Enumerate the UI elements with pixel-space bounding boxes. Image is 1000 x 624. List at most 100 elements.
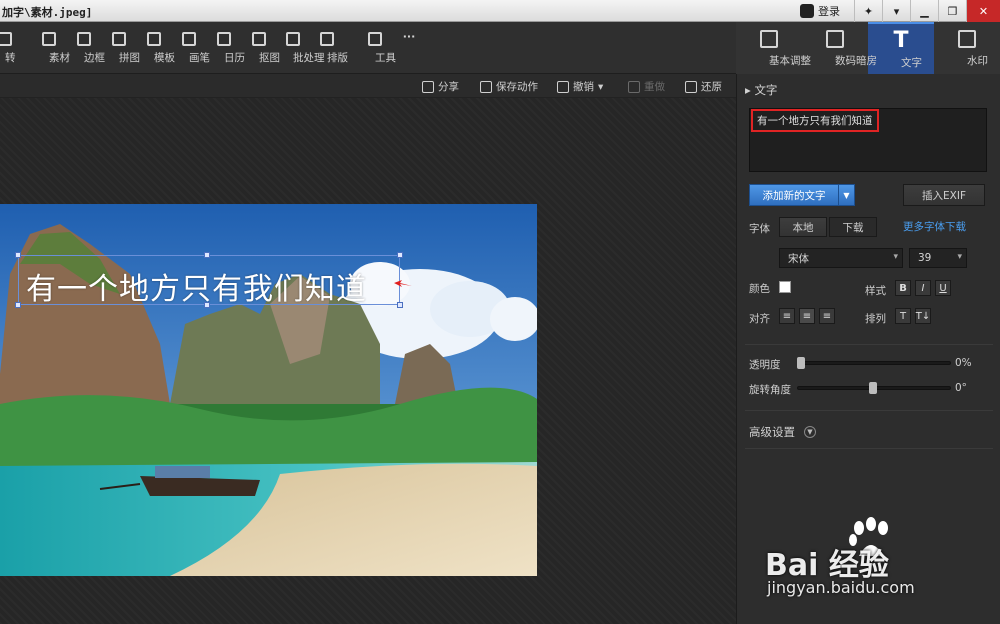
toolbar-item-rotate[interactable]: 转 [0, 32, 22, 64]
frame-icon [77, 32, 91, 46]
font-family-select[interactable]: 宋体 ▾ [779, 248, 903, 268]
chevron-down-icon: ▾ [957, 252, 962, 262]
font-local-button[interactable]: 本地 [779, 217, 827, 237]
login-label: 登录 [818, 5, 840, 18]
color-label: 颜色 [749, 283, 770, 295]
adjust-icon [760, 30, 778, 48]
red-arrow-icon [394, 280, 412, 287]
rotate-icon [0, 32, 12, 46]
resize-handle[interactable] [15, 252, 21, 258]
batch-icon [286, 32, 300, 46]
bold-button[interactable]: B [895, 280, 911, 296]
opacity-slider[interactable] [797, 361, 951, 365]
resize-handle[interactable] [397, 302, 403, 308]
underline-button[interactable]: U [935, 280, 951, 296]
editing-canvas[interactable]: 有一个地方只有我们知道 [0, 98, 736, 624]
resize-handle[interactable] [15, 302, 21, 308]
action-bar: 分享 保存动作 撤销 ▾ 重做 还原 [0, 74, 736, 98]
toolbar-more-button[interactable]: ··· [392, 30, 426, 43]
toolbar-item-brush[interactable]: 画笔 [172, 32, 210, 64]
skin-icon[interactable]: ✦ [854, 0, 882, 22]
tab-digital-darkroom[interactable]: 数码暗房 [802, 22, 877, 74]
pin-icon [252, 32, 266, 46]
text-input-value[interactable]: 有一个地方只有我们知道 [751, 109, 879, 132]
font-label: 字体 [749, 223, 770, 235]
user-icon [800, 4, 814, 18]
toolbar-item-tools[interactable]: 工具 [358, 32, 396, 64]
layout-icon [320, 32, 334, 46]
rotation-label: 旋转角度 [749, 384, 791, 396]
opacity-slider-handle[interactable] [797, 357, 805, 369]
opacity-value: 0% [955, 357, 972, 369]
window-title: 加字\素材.jpeg] [2, 6, 93, 19]
align-right-icon[interactable]: ≡ [819, 308, 835, 324]
italic-button[interactable]: I [915, 280, 931, 296]
rotation-slider-handle[interactable] [869, 382, 877, 394]
opacity-label: 透明度 [749, 359, 781, 371]
vertical-text-icon[interactable]: T↓ [915, 308, 931, 324]
chevron-down-icon: ▾ [893, 252, 898, 262]
divider [745, 448, 993, 449]
horizontal-text-icon[interactable]: T [895, 308, 911, 324]
title-bar: 加字\素材.jpeg] 登录 ✦ ▾ ▁ ❐ ✕ [0, 0, 1000, 22]
chevron-down-icon[interactable]: ▾ [598, 81, 603, 93]
undo-button[interactable]: 撤销 ▾ [557, 79, 603, 94]
main-toolbar: 转 素材 边框 拼图 模板 画笔 日历 抠图 批处理 排版 工具 ··· [0, 22, 736, 74]
text-section-title[interactable]: ▸ 文字 [745, 82, 777, 98]
toolbar-item-layout[interactable]: 排版 [310, 32, 348, 64]
resize-handle[interactable] [397, 252, 403, 258]
grid-icon [112, 32, 126, 46]
add-text-button[interactable]: 添加新的文字 ▼ [749, 184, 855, 206]
divider [745, 410, 993, 411]
redo-button[interactable]: 重做 [628, 79, 665, 94]
restore-icon [685, 80, 697, 93]
text-color-swatch[interactable] [779, 281, 791, 293]
save-icon [480, 80, 492, 93]
minimize-icon[interactable]: ▁ [910, 0, 938, 22]
align-label: 对齐 [749, 313, 770, 325]
align-left-icon[interactable]: ≡ [779, 308, 795, 324]
toolbar-item-material[interactable]: 素材 [32, 32, 70, 64]
rotation-value: 0° [955, 382, 967, 394]
font-size-select[interactable]: 39 ▾ [909, 248, 967, 268]
menu-icon[interactable]: ▾ [882, 0, 910, 22]
maximize-icon[interactable]: ❐ [938, 0, 966, 22]
insert-exif-button[interactable]: 插入EXIF [903, 184, 985, 206]
brush-icon [182, 32, 196, 46]
overlay-text[interactable]: 有一个地方只有我们知道 [26, 264, 367, 308]
tab-text[interactable]: T 文字 [868, 22, 934, 74]
divider [745, 344, 993, 345]
wrench-icon [368, 32, 382, 46]
font-download-button[interactable]: 下载 [829, 217, 877, 237]
text-icon: T [893, 28, 909, 53]
close-icon[interactable]: ✕ [966, 0, 1000, 22]
resize-handle[interactable] [204, 252, 210, 258]
chevron-down-icon[interactable]: ▼ [838, 185, 854, 205]
advanced-settings-label[interactable]: 高级设置 [749, 424, 795, 440]
toolbar-item-collage[interactable]: 拼图 [102, 32, 140, 64]
tab-watermark[interactable]: 水印 [934, 22, 1000, 74]
align-center-icon[interactable]: ≡ [799, 308, 815, 324]
baidu-jingyan-watermark: Bai 经验 jingyan.baidu.com [765, 516, 985, 606]
tab-basic-adjust[interactable]: 基本调整 [736, 22, 811, 74]
window-controls: ✦ ▾ ▁ ❐ ✕ [854, 0, 1000, 22]
watermark-icon [958, 30, 976, 48]
toolbar-item-batch[interactable]: 批处理 [276, 32, 325, 64]
restore-button[interactable]: 还原 [685, 79, 722, 94]
toolbar-item-calendar[interactable]: 日历 [207, 32, 245, 64]
template-icon [147, 32, 161, 46]
camera-icon [826, 30, 844, 48]
toolbar-item-template[interactable]: 模板 [137, 32, 175, 64]
redo-icon [628, 80, 640, 93]
chevron-down-icon[interactable]: ▼ [804, 426, 816, 438]
arrange-label: 排列 [865, 313, 886, 325]
toolbar-item-cutout[interactable]: 抠图 [242, 32, 280, 64]
save-action-button[interactable]: 保存动作 [480, 79, 538, 94]
star-icon [42, 32, 56, 46]
login-button[interactable]: 登录 [800, 3, 840, 19]
style-label: 样式 [865, 285, 886, 297]
toolbar-item-frame[interactable]: 边框 [67, 32, 105, 64]
more-fonts-link[interactable]: 更多字体下载 [903, 219, 966, 234]
watermark-url: jingyan.baidu.com [767, 578, 915, 597]
share-button[interactable]: 分享 [422, 79, 459, 94]
